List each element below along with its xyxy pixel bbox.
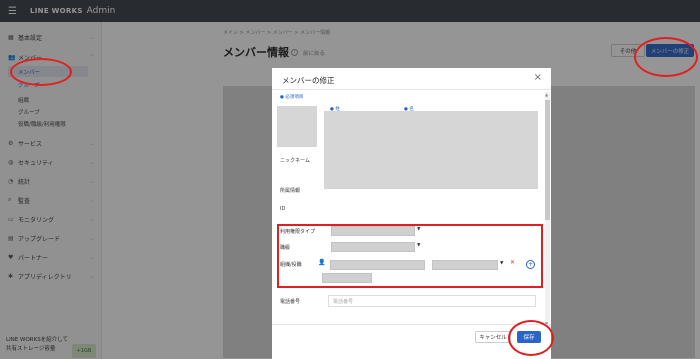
id-label: ID bbox=[280, 206, 286, 212]
scroll-thumb[interactable] bbox=[545, 100, 550, 220]
member-details-area bbox=[324, 111, 538, 189]
edit-member-modal: メンバーの修正 × ● 必須項目 ● 姓 ● 名 ニックネーム 所属情報 ID … bbox=[272, 68, 551, 359]
modal-divider bbox=[272, 89, 551, 90]
affiliation-label: 所属情報 bbox=[280, 188, 301, 194]
cancel-button[interactable]: キャンセル bbox=[475, 331, 511, 343]
close-icon[interactable]: × bbox=[534, 72, 542, 83]
required-note: ● 必須項目 bbox=[280, 95, 304, 100]
annotation-circle-edit-button bbox=[634, 37, 698, 77]
profile-photo[interactable] bbox=[277, 106, 317, 147]
annotation-highlight-box bbox=[277, 224, 543, 288]
phone-input[interactable]: 電話番号 bbox=[328, 295, 536, 307]
annotation-circle-save-button bbox=[508, 320, 554, 356]
modal-title: メンバーの修正 bbox=[282, 76, 335, 85]
modal-scrollbar[interactable]: ▲ ▼ bbox=[545, 92, 550, 326]
annotation-circle-members bbox=[10, 58, 72, 86]
nickname-label: ニックネーム bbox=[280, 158, 310, 164]
phone-label: 電話番号 bbox=[280, 299, 301, 305]
scroll-up-icon[interactable]: ▲ bbox=[545, 92, 548, 97]
modal-footer-divider bbox=[272, 324, 551, 325]
